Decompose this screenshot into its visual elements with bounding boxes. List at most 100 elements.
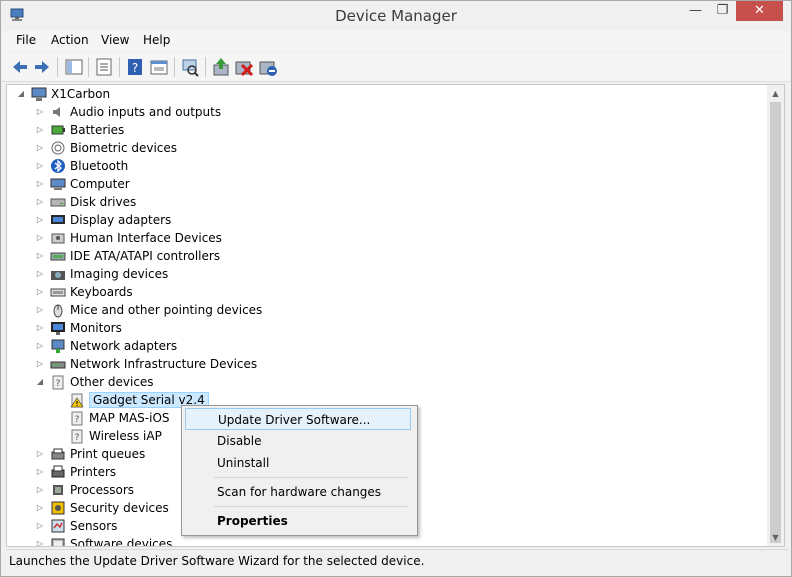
tree-item-label: Audio inputs and outputs — [70, 105, 222, 119]
network-adapter-icon — [50, 338, 66, 354]
scroll-up-arrow-icon[interactable]: ▲ — [767, 85, 784, 102]
tree-item-label: Security devices — [70, 501, 169, 515]
device-manager-window: Device Manager — ❐ ✕ File Action View He… — [0, 0, 792, 577]
collapse-arrow-icon[interactable]: ◢ — [16, 85, 26, 103]
expand-arrow-icon[interactable]: ▷ — [35, 211, 45, 229]
tree-item-label: Human Interface Devices — [70, 231, 222, 245]
uninstall-menu-item[interactable]: Uninstall — [185, 452, 411, 474]
expand-arrow-icon[interactable]: ▷ — [35, 463, 45, 481]
tree-item-label: Mice and other pointing devices — [70, 303, 263, 317]
tree-item-label: Display adapters — [70, 213, 172, 227]
expand-arrow-icon[interactable]: ▷ — [35, 319, 45, 337]
title-bar: Device Manager — ❐ ✕ — [1, 1, 791, 31]
tree-item-label: Network Infrastructure Devices — [70, 357, 258, 371]
ide-controller-icon — [50, 248, 66, 264]
expand-arrow-icon[interactable]: ▷ — [35, 337, 45, 355]
expand-arrow-icon[interactable]: ▷ — [35, 283, 45, 301]
toolbar-separator — [88, 57, 89, 77]
computer-icon — [50, 176, 66, 192]
camera-icon — [50, 266, 66, 282]
tree-item-label: Disk drives — [70, 195, 137, 209]
menu-separator — [214, 477, 409, 478]
mouse-icon — [50, 302, 66, 318]
keyboard-icon — [50, 284, 66, 300]
fingerprint-icon — [50, 140, 66, 156]
bluetooth-icon — [50, 158, 66, 174]
scan-hardware-menu-item[interactable]: Scan for hardware changes — [185, 481, 411, 503]
menu-help[interactable]: Help — [143, 33, 170, 47]
toolbar-separator — [57, 57, 58, 77]
status-bar: Launches the Update Driver Software Wiza… — [6, 549, 789, 572]
display-adapter-icon — [50, 212, 66, 228]
back-icon[interactable] — [10, 57, 30, 77]
expand-arrow-icon[interactable]: ▷ — [35, 175, 45, 193]
expand-arrow-icon[interactable]: ▷ — [35, 535, 45, 546]
tree-item-label: Network adapters — [70, 339, 178, 353]
uninstall-icon[interactable] — [234, 57, 254, 77]
forward-icon[interactable] — [32, 57, 52, 77]
battery-icon — [50, 122, 66, 138]
disable-icon[interactable] — [258, 57, 278, 77]
tree-item-label: Other devices — [70, 375, 154, 389]
tree-item-label: Processors — [70, 483, 135, 497]
menu-file[interactable]: File — [16, 33, 36, 47]
menu-action[interactable]: Action — [51, 33, 89, 47]
expand-arrow-icon[interactable]: ▷ — [35, 301, 45, 319]
disable-label: Disable — [217, 434, 262, 448]
menu-view[interactable]: View — [101, 33, 129, 47]
svg-text:?: ? — [132, 61, 138, 75]
properties-menu-item[interactable]: Properties — [185, 510, 411, 532]
expand-arrow-icon[interactable]: ▷ — [35, 193, 45, 211]
scan-hardware-label: Scan for hardware changes — [217, 485, 382, 499]
expand-arrow-icon[interactable]: ▷ — [35, 481, 45, 499]
close-button[interactable]: ✕ — [736, 1, 783, 21]
tree-item-label: Sensors — [70, 519, 118, 533]
warning-device-icon — [69, 392, 85, 408]
expand-arrow-icon[interactable]: ▷ — [35, 355, 45, 373]
tree-item-label: Monitors — [70, 321, 122, 335]
expand-arrow-icon[interactable]: ▷ — [35, 229, 45, 247]
printer-icon — [50, 464, 66, 480]
tree-item-label: MAP MAS-iOS — [89, 411, 170, 425]
scroll-down-arrow-icon[interactable]: ▼ — [767, 529, 784, 546]
tree-item-label: Biometric devices — [70, 141, 178, 155]
tree-item-label: Print queues — [70, 447, 146, 461]
expand-arrow-icon[interactable]: ▷ — [35, 157, 45, 175]
svg-text:?: ? — [75, 415, 80, 425]
vertical-scrollbar[interactable]: ▲ ▼ — [767, 84, 785, 547]
unknown-device-icon: ? — [69, 428, 85, 444]
tree-view-icon[interactable] — [64, 57, 84, 77]
scroll-thumb[interactable] — [770, 102, 781, 543]
expand-arrow-icon[interactable]: ▷ — [35, 139, 45, 157]
expand-arrow-icon[interactable]: ▷ — [35, 121, 45, 139]
toolbar-separator — [205, 57, 206, 77]
update-driver-label: Update Driver Software... — [218, 413, 371, 427]
status-text: Launches the Update Driver Software Wiza… — [9, 554, 425, 568]
expand-arrow-icon[interactable]: ▷ — [35, 247, 45, 265]
expand-arrow-icon[interactable]: ▷ — [35, 445, 45, 463]
tree-item-label: IDE ATA/ATAPI controllers — [70, 249, 221, 263]
expand-arrow-icon[interactable]: ▷ — [35, 265, 45, 283]
print-queue-icon — [50, 446, 66, 462]
update-driver-icon[interactable] — [211, 57, 231, 77]
disable-menu-item[interactable]: Disable — [185, 430, 411, 452]
scan-hardware-icon[interactable] — [180, 57, 200, 77]
update-driver-menu-item[interactable]: Update Driver Software... — [185, 408, 411, 430]
show-hide-icon[interactable] — [149, 57, 169, 77]
maximize-button[interactable]: ❐ — [709, 1, 736, 21]
root-label: X1Carbon — [51, 87, 111, 101]
expand-arrow-icon[interactable]: ▷ — [35, 517, 45, 535]
expand-arrow-icon[interactable]: ▷ — [35, 499, 45, 517]
tree-item-label: Bluetooth — [70, 159, 129, 173]
disk-drive-icon — [50, 194, 66, 210]
properties-icon[interactable] — [94, 57, 114, 77]
collapse-arrow-icon[interactable]: ◢ — [35, 373, 45, 391]
processor-icon — [50, 482, 66, 498]
toolbar-separator — [119, 57, 120, 77]
svg-text:?: ? — [75, 433, 80, 443]
context-menu: Update Driver Software... Disable Uninst… — [181, 405, 418, 536]
tree-item-label: Imaging devices — [70, 267, 169, 281]
minimize-button[interactable]: — — [682, 1, 709, 21]
help-icon[interactable]: ? — [125, 57, 145, 77]
expand-arrow-icon[interactable]: ▷ — [35, 103, 45, 121]
